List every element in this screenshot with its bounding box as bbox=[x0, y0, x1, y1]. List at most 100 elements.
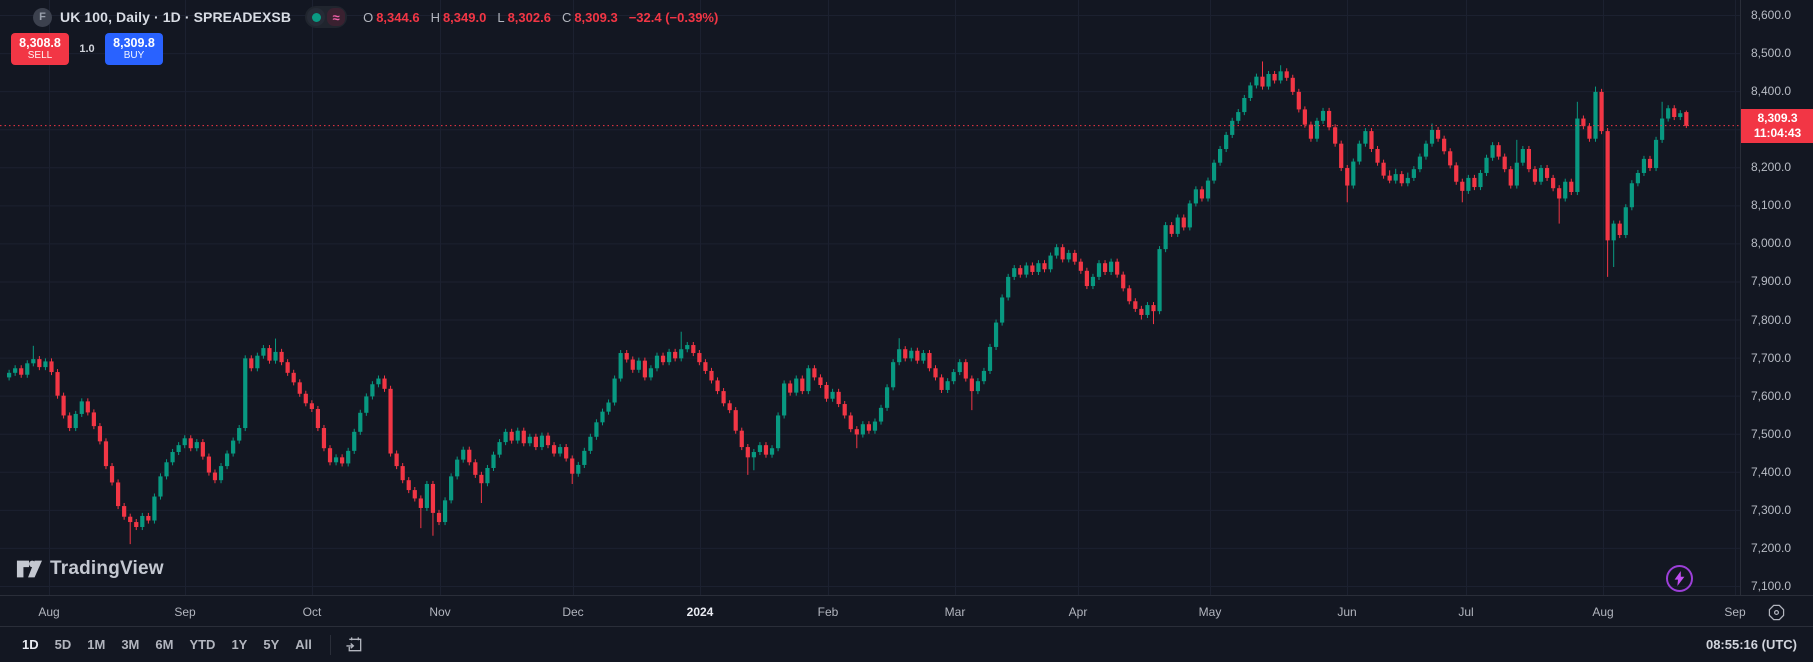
tradingview-chart-window: F UK 100, Daily · 1D · SPREADEXSB ≈ O 8,… bbox=[0, 0, 1813, 662]
price-tick-label: 8,100.0 bbox=[1751, 198, 1791, 212]
candle-body bbox=[1242, 98, 1246, 112]
candle-body bbox=[600, 412, 604, 423]
candle-body bbox=[231, 441, 235, 454]
candle-body bbox=[61, 396, 65, 416]
candle-body bbox=[92, 412, 96, 426]
candle-body bbox=[1533, 169, 1537, 182]
time-label-month: Mar bbox=[945, 605, 966, 619]
candle-body bbox=[1563, 182, 1567, 199]
tradingview-logo-icon bbox=[16, 557, 42, 581]
time-axis[interactable]: AugSepOctNovDec2024FebMarAprMayJunJulAug… bbox=[0, 595, 1813, 626]
time-label-year: 2024 bbox=[687, 605, 714, 619]
candle-body bbox=[1176, 218, 1180, 234]
candle-body bbox=[1188, 203, 1192, 227]
candle-body bbox=[782, 383, 786, 415]
price-axis[interactable]: 8,309.3 11:04:43 8,600.08,500.08,400.08,… bbox=[1740, 0, 1813, 595]
candle-body bbox=[564, 447, 568, 458]
candle-body bbox=[800, 379, 804, 392]
candle-body bbox=[1067, 253, 1071, 259]
range-button-1d[interactable]: 1D bbox=[14, 634, 47, 655]
candle-body bbox=[249, 358, 253, 368]
candle-countdown: 11:04:43 bbox=[1741, 126, 1813, 140]
buy-label: BUY bbox=[105, 50, 163, 61]
candle-body bbox=[818, 377, 822, 385]
candle-body bbox=[964, 362, 968, 378]
candle-body bbox=[122, 506, 126, 517]
buy-button[interactable]: 8,309.8 BUY bbox=[105, 33, 163, 65]
candle-body bbox=[497, 442, 501, 455]
candle-body bbox=[1581, 119, 1585, 127]
symbol-title[interactable]: UK 100, Daily · 1D · SPREADEXSB bbox=[60, 9, 291, 25]
time-label-month: Aug bbox=[1592, 605, 1613, 619]
candle-body bbox=[189, 438, 193, 448]
candle-body bbox=[1351, 162, 1355, 186]
candle-body bbox=[631, 360, 635, 370]
go-to-date-icon[interactable] bbox=[341, 632, 369, 658]
candle-body bbox=[976, 381, 980, 391]
candle-body bbox=[643, 361, 647, 378]
candle-body bbox=[243, 358, 247, 428]
tradingview-watermark: TradingView bbox=[16, 557, 164, 581]
candle-body bbox=[1448, 151, 1452, 165]
candle-body bbox=[1212, 163, 1216, 181]
range-button-5y[interactable]: 5Y bbox=[255, 634, 287, 655]
time-label-month: Nov bbox=[429, 605, 450, 619]
candle-body bbox=[1048, 256, 1052, 270]
time-label-month: Sep bbox=[174, 605, 195, 619]
candle-body bbox=[673, 352, 677, 358]
candle-body bbox=[1388, 176, 1392, 181]
candle-body bbox=[219, 466, 223, 480]
candle-body bbox=[788, 383, 792, 392]
candle-body bbox=[1248, 85, 1252, 98]
time-label-month: Feb bbox=[818, 605, 839, 619]
range-button-ytd[interactable]: YTD bbox=[181, 634, 223, 655]
candle-body bbox=[358, 413, 362, 432]
candle-body bbox=[322, 428, 326, 448]
candle-body bbox=[1569, 182, 1573, 192]
candle-body bbox=[970, 379, 974, 392]
chart-canvas[interactable]: F UK 100, Daily · 1D · SPREADEXSB ≈ O 8,… bbox=[0, 0, 1740, 595]
candle-body bbox=[455, 460, 459, 477]
market-status-pill[interactable]: ≈ bbox=[305, 6, 347, 28]
boost-lightning-icon[interactable] bbox=[1666, 565, 1693, 592]
candle-body bbox=[1121, 275, 1125, 289]
candlestick-chart bbox=[0, 0, 1740, 595]
high-label: H bbox=[431, 10, 440, 25]
high-value: 8,349.0 bbox=[443, 10, 486, 25]
candle-body bbox=[558, 447, 562, 453]
candle-body bbox=[879, 408, 883, 422]
candle-body bbox=[921, 353, 925, 361]
candle-body bbox=[304, 394, 308, 404]
range-button-1m[interactable]: 1M bbox=[79, 634, 113, 655]
candle-body bbox=[1157, 249, 1161, 311]
price-tick-label: 7,500.0 bbox=[1751, 427, 1791, 441]
candle-body bbox=[1363, 131, 1367, 144]
candle-body bbox=[740, 431, 744, 447]
candle-body bbox=[1557, 188, 1561, 198]
candle-body bbox=[443, 500, 447, 522]
candle-body bbox=[1206, 181, 1210, 199]
candle-body bbox=[1164, 225, 1168, 249]
sell-button[interactable]: 8,308.8 SELL bbox=[11, 33, 69, 65]
price-tick-label: 7,400.0 bbox=[1751, 465, 1791, 479]
candle-body bbox=[376, 379, 380, 385]
range-button-1y[interactable]: 1Y bbox=[223, 634, 255, 655]
timezone-clock[interactable]: 08:55:16 (UTC) bbox=[1706, 637, 1799, 652]
candle-body bbox=[1018, 268, 1022, 274]
range-button-6m[interactable]: 6M bbox=[147, 634, 181, 655]
candle-body bbox=[1309, 125, 1313, 139]
candle-body bbox=[691, 345, 695, 353]
candle-body bbox=[491, 455, 495, 468]
candle-body bbox=[116, 482, 120, 506]
market-open-icon bbox=[307, 8, 325, 26]
octagon-settings-icon[interactable] bbox=[1764, 600, 1788, 624]
candle-body bbox=[134, 522, 138, 527]
price-tick-label: 7,100.0 bbox=[1751, 579, 1791, 593]
candle-body bbox=[449, 476, 453, 500]
range-button-5d[interactable]: 5D bbox=[47, 634, 80, 655]
range-button-all[interactable]: All bbox=[287, 634, 320, 655]
symbol-logo-icon[interactable]: F bbox=[33, 8, 52, 27]
price-tick-label: 8,600.0 bbox=[1751, 8, 1791, 22]
range-button-3m[interactable]: 3M bbox=[113, 634, 147, 655]
candle-body bbox=[1091, 277, 1095, 286]
